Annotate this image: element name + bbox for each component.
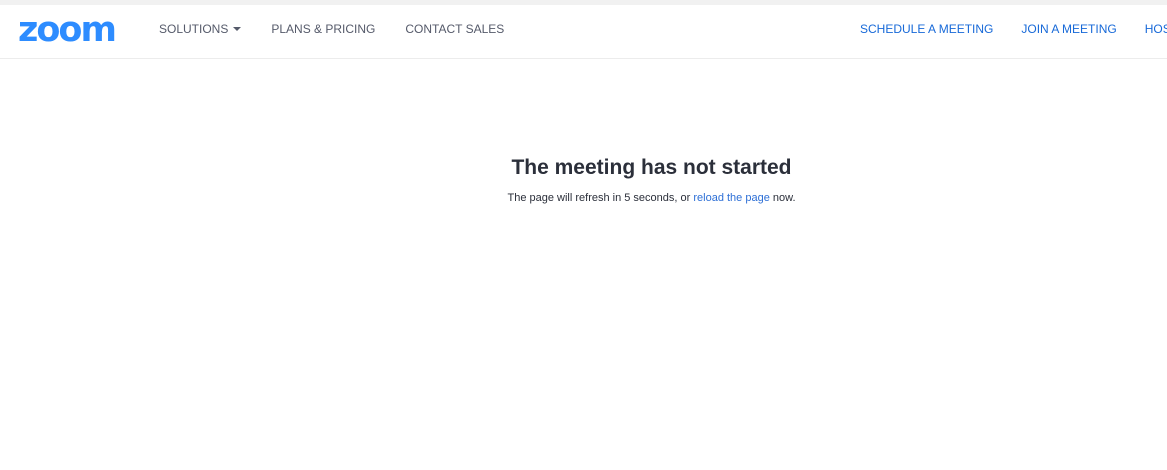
refresh-message-suffix: now. [769, 192, 796, 204]
nav-solutions[interactable]: SOLUTIONS [159, 22, 242, 36]
nav-right: SCHEDULE A MEETING JOIN A MEETING HOST [860, 22, 1167, 36]
caret-down-icon [233, 27, 242, 31]
page-title: The meeting has not started [511, 156, 792, 179]
refresh-message: The page will refresh in 5 seconds, or r… [0, 191, 1167, 205]
zoom-logo[interactable]: zoom [18, 10, 117, 50]
nav-plans-pricing[interactable]: PLANS & PRICING [271, 22, 375, 36]
nav-contact-sales[interactable]: CONTACT SALES [405, 22, 504, 36]
nav-schedule-meeting[interactable]: SCHEDULE A MEETING [860, 22, 993, 36]
main-content: The meeting has not started The page wil… [0, 155, 1167, 205]
nav-solutions-label: SOLUTIONS [159, 22, 229, 36]
nav-join-meeting[interactable]: JOIN A MEETING [1021, 22, 1116, 36]
refresh-message-prefix: The page will refresh in 5 seconds, or [507, 192, 694, 204]
nav-host[interactable]: HOST [1145, 22, 1167, 36]
reload-link[interactable]: reload the page [693, 192, 769, 204]
navbar: zoom SOLUTIONS PLANS & PRICING CONTACT S… [0, 5, 1167, 59]
page: zoom SOLUTIONS PLANS & PRICING CONTACT S… [0, 0, 1167, 470]
nav-left: SOLUTIONS PLANS & PRICING CONTACT SALES [159, 22, 534, 36]
